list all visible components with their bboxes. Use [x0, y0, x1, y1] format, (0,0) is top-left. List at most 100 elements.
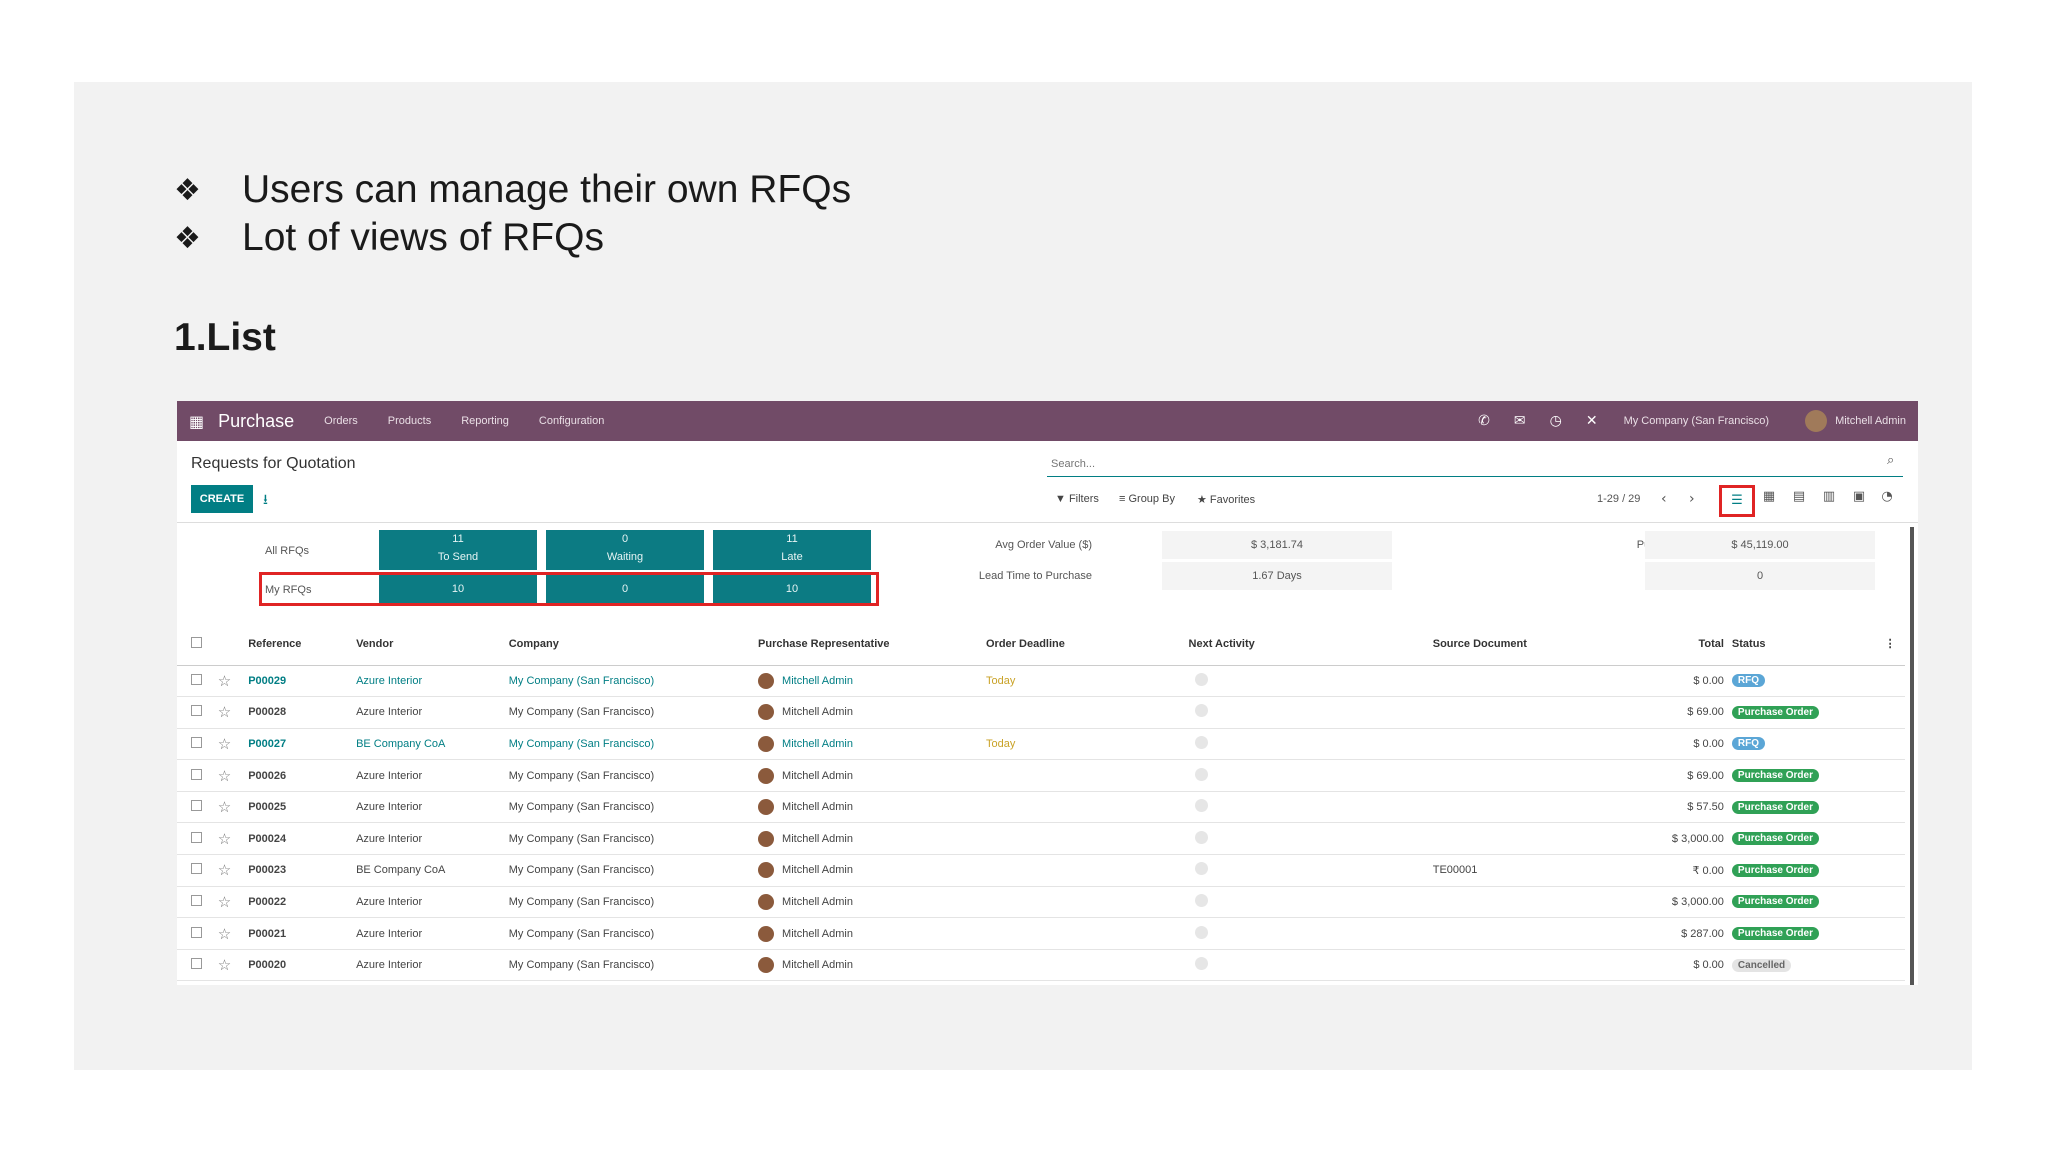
- table-row[interactable]: ☆ P00029 Azure Interior My Company (San Fra…: [177, 665, 1905, 698]
- pager-prev-icon[interactable]: ‹: [1661, 491, 1667, 507]
- star-icon[interactable]: ☆: [218, 861, 231, 879]
- activity-view-icon[interactable]: ◔: [1875, 489, 1899, 511]
- create-button[interactable]: CREATE: [191, 485, 253, 513]
- download-icon[interactable]: ⭳: [263, 489, 268, 513]
- row-checkbox[interactable]: [191, 958, 202, 970]
- tile-to-send[interactable]: 11 To Send: [379, 530, 537, 570]
- row-checkbox[interactable]: [191, 673, 202, 685]
- col-total[interactable]: Total: [1656, 623, 1732, 666]
- list-view-icon[interactable]: ☰: [1719, 485, 1755, 517]
- search-input[interactable]: [1047, 451, 1903, 477]
- row-checkbox[interactable]: [191, 800, 202, 812]
- scrollbar[interactable]: [1910, 527, 1914, 985]
- chat-icon[interactable]: ✉: [1514, 413, 1526, 429]
- pager-value[interactable]: 1-29 / 29: [1597, 493, 1640, 505]
- col-source-document[interactable]: Source Document: [1432, 623, 1657, 666]
- user-menu[interactable]: Mitchell Admin: [1835, 415, 1906, 427]
- activity-icon[interactable]: [1194, 830, 1208, 844]
- calendar-view-icon[interactable]: ▣: [1847, 489, 1871, 511]
- filters-button[interactable]: ▼ Filters: [1055, 493, 1099, 505]
- col-order-deadline[interactable]: Order Deadline: [986, 623, 1189, 666]
- star-icon[interactable]: ☆: [218, 956, 231, 974]
- menu-configuration[interactable]: Configuration: [539, 415, 604, 427]
- col-company[interactable]: Company: [508, 623, 759, 666]
- table-row[interactable]: ☆ P00020 Azure Interior My Company (San Fra…: [177, 949, 1905, 982]
- star-icon[interactable]: ☆: [218, 735, 231, 753]
- star-icon[interactable]: ☆: [218, 925, 231, 943]
- pivot-view-icon[interactable]: ▤: [1787, 489, 1811, 511]
- star-icon[interactable]: ☆: [218, 703, 231, 721]
- table-row[interactable]: ☆ P00021 Azure Interior My Company (San Fra…: [177, 917, 1905, 950]
- app-name[interactable]: Purchase: [218, 411, 294, 432]
- group-by-button[interactable]: ≡ Group By: [1119, 493, 1175, 505]
- search-icon[interactable]: ⌕: [1887, 453, 1894, 468]
- table-row[interactable]: ☆ P00022 Azure Interior My Company (San Fra…: [177, 886, 1905, 919]
- col-vendor[interactable]: Vendor: [356, 623, 509, 666]
- table-row[interactable]: ☆ P00028 Azure Interior My Company (San Fra…: [177, 696, 1905, 729]
- graph-view-icon[interactable]: ▥: [1817, 489, 1841, 511]
- activity-icon[interactable]: [1194, 767, 1208, 781]
- table-row[interactable]: ☆ P00025 Azure Interior My Company (San Fra…: [177, 791, 1905, 824]
- representative-avatar: [758, 704, 775, 721]
- activity-icon[interactable]: [1194, 704, 1208, 718]
- tile-count: 11: [452, 533, 464, 545]
- company-switcher[interactable]: My Company (San Francisco): [1624, 415, 1770, 427]
- cell-total: $ 3,000.00: [1656, 886, 1732, 919]
- cell-reference: P00023: [248, 854, 357, 887]
- col-purchase-representative[interactable]: Purchase Representative: [758, 623, 986, 666]
- bullet-text: Lot of views of RFQs: [242, 216, 604, 259]
- tile-late[interactable]: 11 Late: [713, 530, 871, 570]
- menu-products[interactable]: Products: [388, 415, 431, 427]
- row-checkbox[interactable]: [191, 831, 202, 843]
- table-row[interactable]: ☆ P00023 BE Company CoA My Company (San Fra…: [177, 854, 1905, 887]
- phone-icon[interactable]: ✆: [1478, 413, 1490, 429]
- apps-grid-icon[interactable]: ▦: [189, 412, 204, 431]
- star-icon[interactable]: ☆: [218, 767, 231, 785]
- row-checkbox[interactable]: [191, 894, 202, 906]
- col-next-activity[interactable]: Next Activity: [1188, 623, 1433, 666]
- cell-company: My Company (San Francisco): [508, 886, 759, 919]
- table-row[interactable]: ☆ P00024 Azure Interior My Company (San Fra…: [177, 822, 1905, 856]
- navbar-systray: ✆ ✉ ◷ ✕ My Company (San Francisco) Mitch…: [1454, 410, 1906, 432]
- row-checkbox[interactable]: [191, 926, 202, 938]
- cell-company: My Company (San Francisco): [508, 728, 759, 761]
- col-reference[interactable]: Reference: [248, 623, 357, 666]
- representative-avatar: [758, 925, 775, 942]
- cell-company: My Company (San Francisco): [508, 949, 759, 982]
- representative-avatar: [758, 957, 775, 974]
- favorites-button[interactable]: ★ Favorites: [1197, 493, 1255, 506]
- activity-icon[interactable]: [1194, 799, 1208, 813]
- activity-icon[interactable]: [1194, 735, 1208, 749]
- optional-columns-icon[interactable]: ⋮: [1884, 623, 1905, 666]
- table-row[interactable]: ☆ P00027 BE Company CoA My Company (San Fra…: [177, 728, 1905, 761]
- status-badge: RFQ: [1731, 737, 1766, 751]
- stat-value: 0: [1645, 562, 1875, 590]
- activity-icon[interactable]: [1194, 672, 1208, 686]
- menu-orders[interactable]: Orders: [324, 415, 358, 427]
- user-avatar[interactable]: [1805, 410, 1828, 432]
- table-row[interactable]: ☆ P00026 Azure Interior My Company (San Fra…: [177, 759, 1905, 792]
- star-icon[interactable]: ☆: [218, 830, 231, 848]
- star-icon[interactable]: ☆: [218, 798, 231, 816]
- row-checkbox[interactable]: [191, 705, 202, 717]
- activity-icon[interactable]: [1194, 862, 1208, 876]
- cell-source-document: [1432, 917, 1657, 950]
- row-checkbox[interactable]: [191, 863, 202, 875]
- star-icon[interactable]: ☆: [218, 893, 231, 911]
- select-all-checkbox[interactable]: [191, 636, 202, 648]
- row-checkbox[interactable]: [191, 736, 202, 748]
- tile-count: 0: [621, 533, 629, 545]
- activity-icon[interactable]: [1194, 957, 1208, 971]
- activity-icon[interactable]: [1194, 893, 1208, 907]
- activity-icon[interactable]: [1194, 925, 1208, 939]
- debug-close-icon[interactable]: ✕: [1586, 413, 1598, 429]
- pager-next-icon[interactable]: ›: [1689, 491, 1695, 507]
- tile-label: Late: [781, 551, 803, 563]
- tile-waiting[interactable]: 0 Waiting: [546, 530, 704, 570]
- row-checkbox[interactable]: [191, 768, 202, 780]
- star-icon[interactable]: ☆: [218, 672, 231, 690]
- kanban-view-icon[interactable]: ▦: [1757, 489, 1781, 511]
- col-status[interactable]: Status: [1731, 623, 1885, 666]
- activity-clock-icon[interactable]: ◷: [1550, 413, 1562, 429]
- menu-reporting[interactable]: Reporting: [461, 415, 509, 427]
